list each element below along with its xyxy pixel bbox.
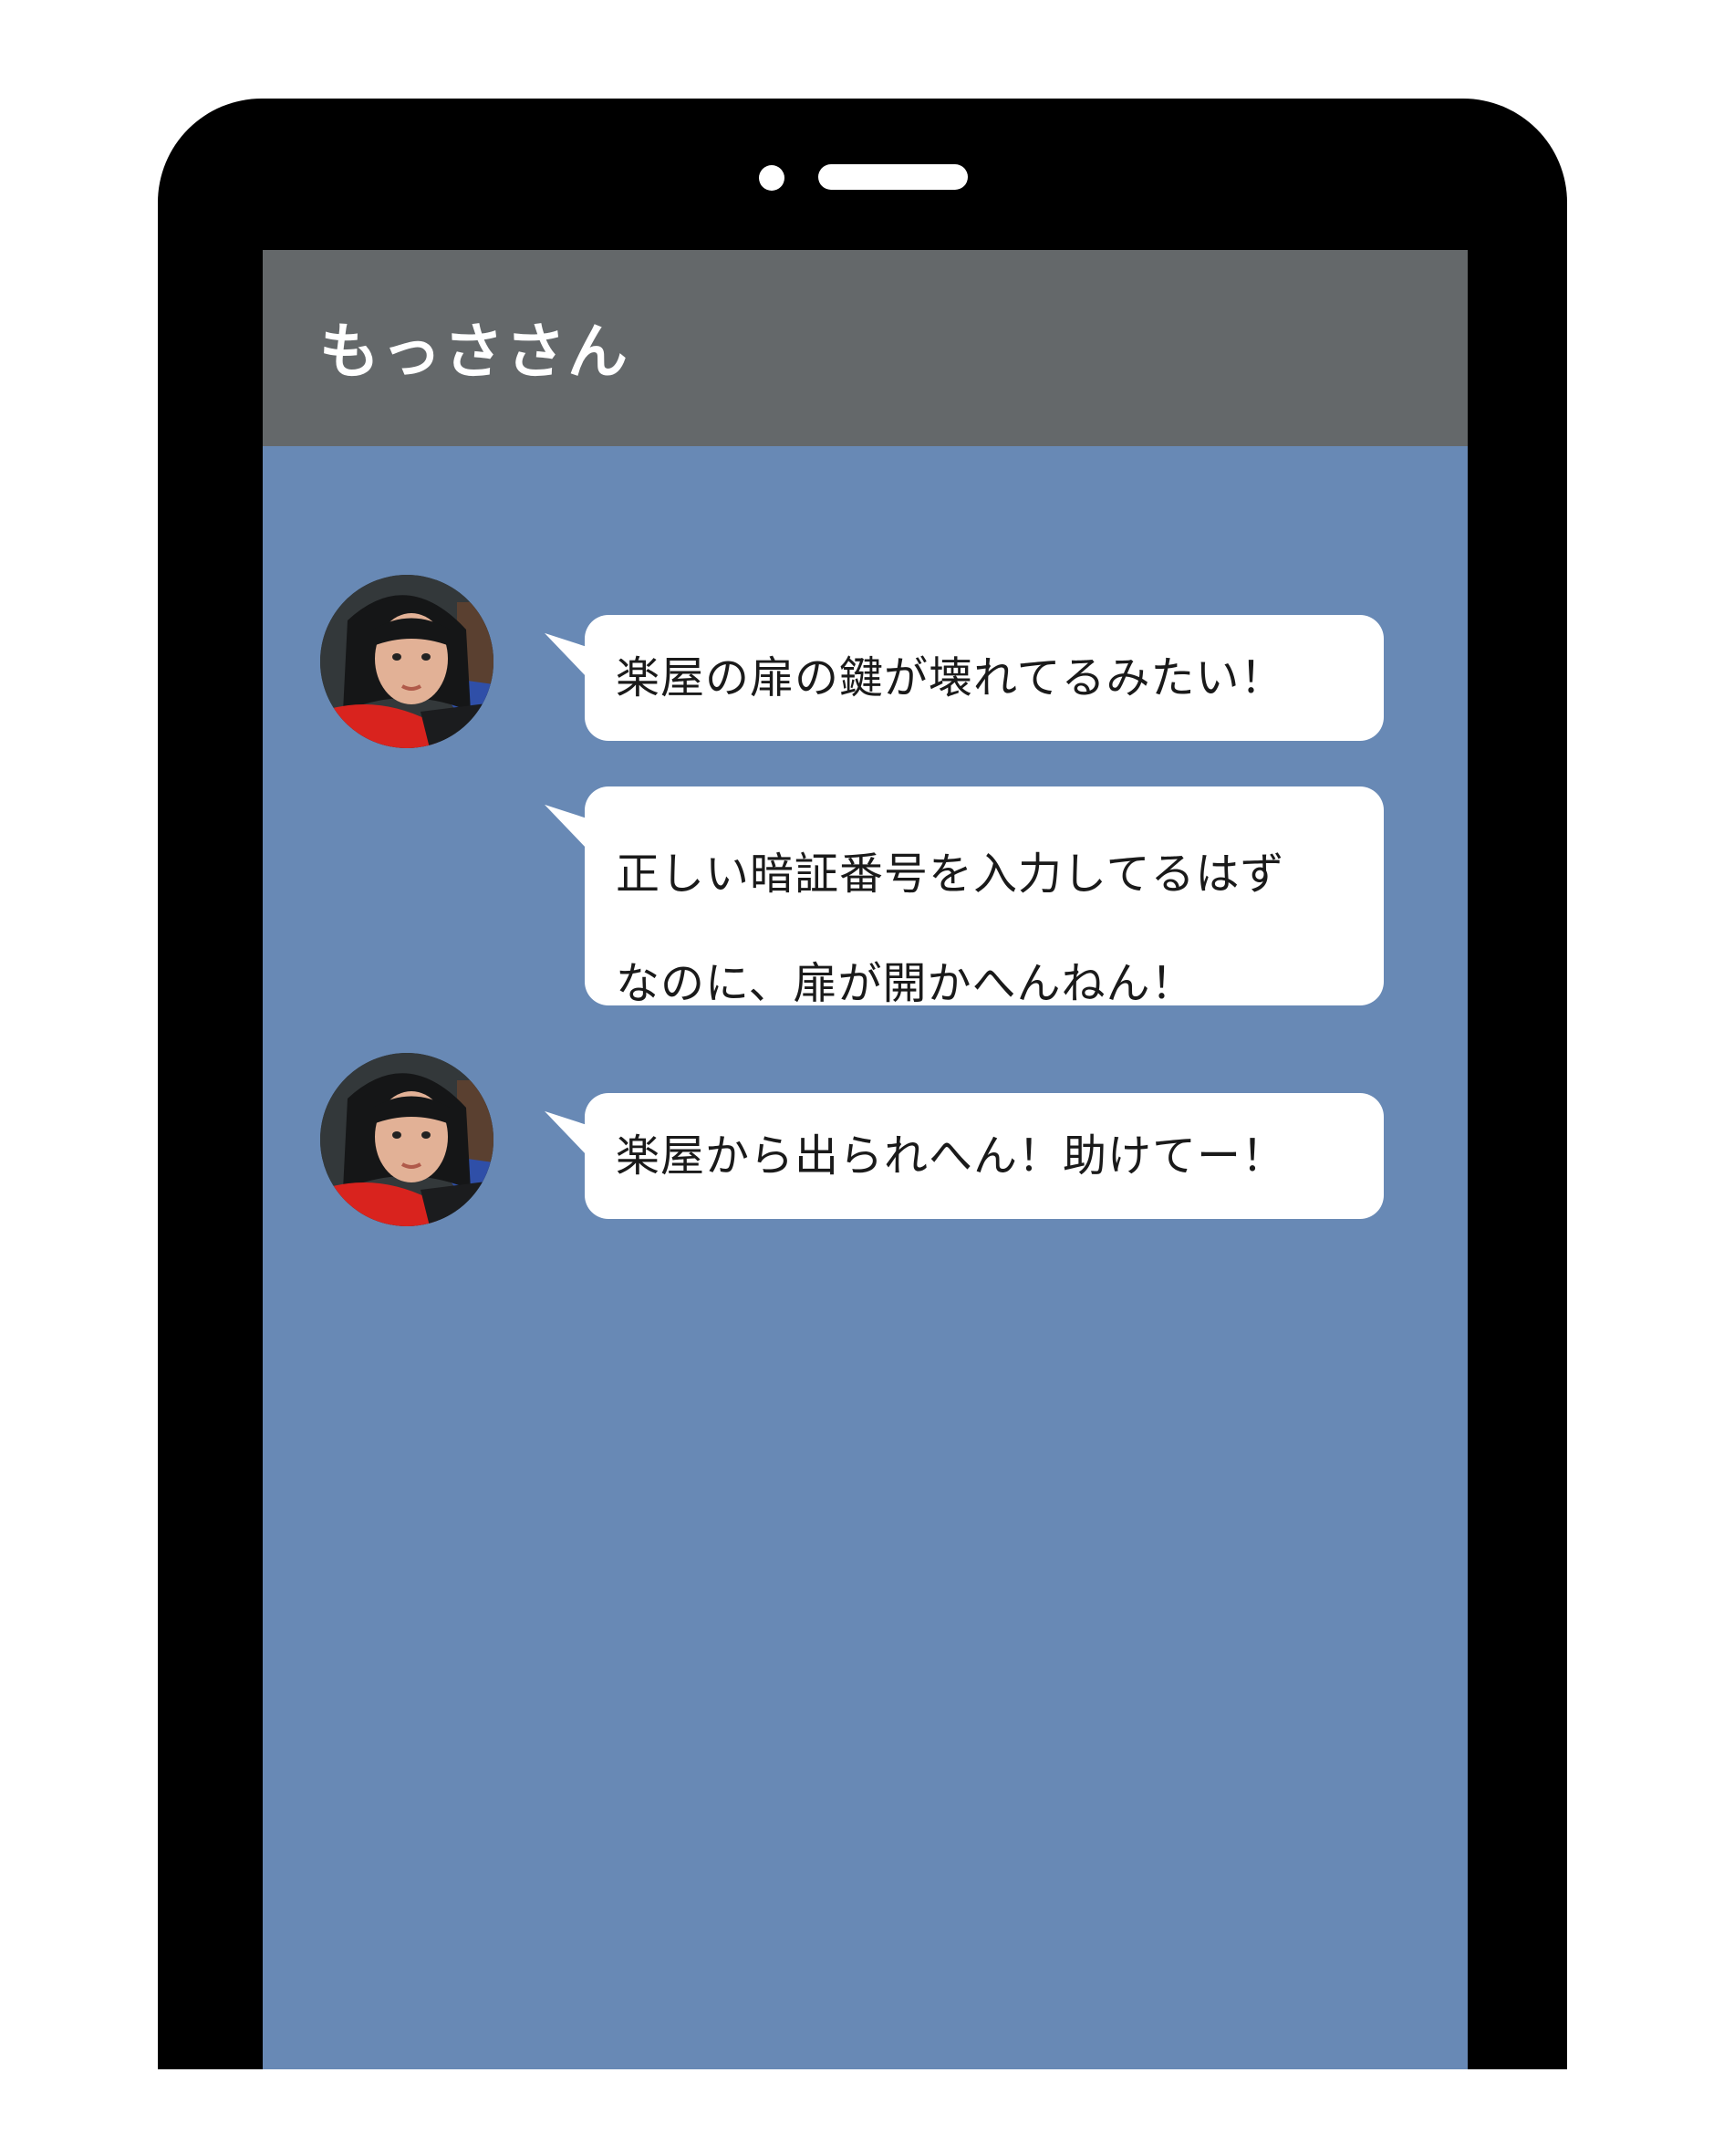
- avatar-photo: [320, 575, 493, 748]
- message-text: 楽屋から出られへん！助けてー！: [616, 1130, 1287, 1182]
- bubble-tail: [545, 632, 590, 682]
- message-text-line: 正しい暗証番号を入力してるはず: [616, 849, 1285, 900]
- chat-title: もっささん: [319, 317, 629, 387]
- phone-frame: もっささん 楽屋の扉の鍵が壊れてるみたい！ 正しい暗証番号を入力してるはず なの…: [158, 99, 1567, 2069]
- message-text-line: なのに、扉が開かへんねん！: [616, 958, 1196, 1009]
- sender-avatar[interactable]: [320, 575, 493, 748]
- message-text: 楽屋の扉の鍵が壊れてるみたい！: [616, 652, 1285, 703]
- bubble-tail: [545, 1110, 590, 1160]
- chat-screen: もっささん 楽屋の扉の鍵が壊れてるみたい！ 正しい暗証番号を入力してるはず なの…: [263, 250, 1468, 2069]
- chat-header: もっささん: [263, 250, 1468, 446]
- avatar-photo: [320, 1053, 493, 1226]
- message-bubble[interactable]: 楽屋の扉の鍵が壊れてるみたい！: [545, 615, 1384, 741]
- front-camera: [759, 165, 784, 191]
- message-bubble[interactable]: 楽屋から出られへん！助けてー！: [545, 1093, 1384, 1219]
- bubble-tail: [545, 804, 590, 853]
- earpiece-speaker: [818, 164, 968, 190]
- sender-avatar[interactable]: [320, 1053, 493, 1226]
- message-bubble[interactable]: 正しい暗証番号を入力してるはず なのに、扉が開かへんねん！: [545, 786, 1384, 1009]
